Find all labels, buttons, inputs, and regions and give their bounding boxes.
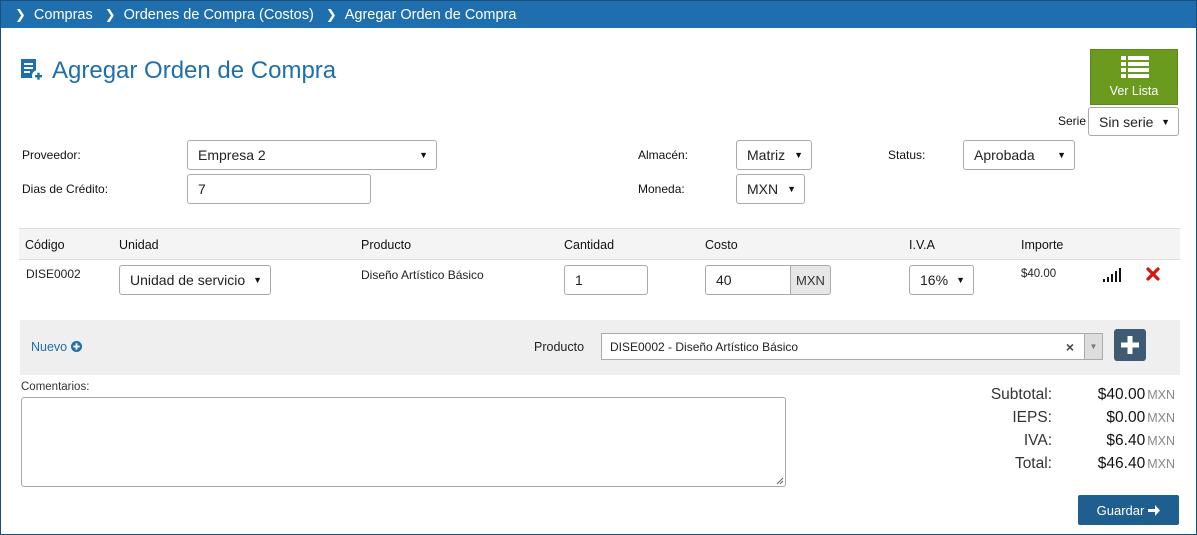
almacen-select[interactable]: Matriz ▼ [736, 140, 812, 170]
header-codigo: Código [25, 238, 65, 252]
dias-credito-label: Dias de Crédito: [22, 182, 109, 196]
iva-select[interactable]: 16% ▼ [909, 265, 974, 295]
header-costo: Costo [705, 238, 738, 252]
moneda-label: Moneda: [638, 182, 685, 196]
subtotal-label: Subtotal: [990, 386, 1052, 403]
status-select[interactable]: Aprobada ▼ [963, 140, 1075, 170]
header-unidad: Unidad [119, 238, 159, 252]
plus-icon [1121, 336, 1139, 354]
costo-input[interactable]: 40 [705, 265, 791, 295]
caret-down-icon: ▼ [794, 150, 803, 160]
ver-lista-button[interactable]: Ver Lista [1090, 49, 1178, 105]
list-icon [1121, 56, 1149, 78]
comentarios-textarea[interactable] [21, 397, 786, 487]
serie-select[interactable]: Sin serie ▼ [1088, 107, 1179, 136]
moneda-select[interactable]: MXN ▼ [736, 174, 805, 204]
add-product-button[interactable] [1114, 329, 1146, 361]
page-header: Agregar Orden de Compra [20, 57, 336, 85]
almacen-value: Matriz [747, 147, 786, 163]
dias-credito-input[interactable]: 7 [187, 174, 371, 204]
caret-down-icon: ▼ [1057, 150, 1066, 160]
add-document-icon [20, 58, 44, 85]
caret-down-icon: ▼ [1161, 116, 1170, 127]
page-title: Agregar Orden de Compra [52, 57, 337, 84]
items-table-header: Código Unidad Producto Cantidad Costo I.… [19, 228, 1180, 260]
header-cantidad: Cantidad [564, 238, 615, 252]
breadcrumb: ❯ Compras ❯ Ordenes de Compra (Costos) ❯… [1, 1, 1196, 28]
plus-circle-icon [70, 341, 82, 352]
row-codigo: DISE0002 [26, 267, 81, 281]
status-label: Status: [888, 148, 926, 162]
unidad-select[interactable]: Unidad de servicio ▼ [119, 265, 271, 295]
serie-value: Sin serie [1099, 113, 1154, 130]
comentarios-label: Comentarios: [21, 381, 90, 393]
nuevo-label: Nuevo [31, 340, 68, 354]
costo-value: 40 [716, 272, 732, 288]
caret-down-icon: ▼ [787, 184, 796, 194]
chevron-right-icon: ❯ [15, 6, 26, 22]
total-value: $46.40 MXN [1097, 455, 1175, 472]
header-iva: I.V.A [909, 238, 935, 252]
subtotal-value: $40.00 MXN [1097, 386, 1175, 403]
proveedor-value: Empresa 2 [198, 147, 266, 163]
row-producto: Diseño Artístico Básico [361, 268, 484, 282]
caret-down-icon: ▼ [956, 275, 965, 285]
cantidad-value: 1 [575, 272, 583, 288]
proveedor-select[interactable]: Empresa 2 ▼ [187, 140, 437, 170]
almacen-label: Almacén: [638, 148, 689, 162]
caret-down-icon: ▼ [253, 275, 262, 285]
producto-label: Producto [534, 340, 585, 354]
arrow-right-icon [1148, 504, 1161, 516]
breadcrumb-compras[interactable]: Compras [34, 7, 93, 23]
resize-handle-icon [776, 477, 784, 485]
producto-select-value: DISE0002 - Diseño Artístico Básico [610, 340, 799, 354]
iva-total-value: $6.40 MXN [1106, 432, 1175, 449]
ver-lista-label: Ver Lista [1109, 84, 1159, 98]
proveedor-label: Proveedor: [22, 148, 81, 162]
product-bar: Nuevo Producto DISE0002 - Diseño Artísti… [20, 320, 1180, 375]
dropdown-arrow-icon[interactable]: ▼ [1084, 334, 1102, 359]
iva-value: 16% [920, 272, 949, 288]
chevron-right-icon: ❯ [325, 6, 337, 22]
total-label: Total: [1014, 455, 1052, 472]
ieps-label: IEPS: [1012, 409, 1052, 426]
status-value: Aprobada [974, 147, 1035, 163]
delete-icon[interactable] [1146, 267, 1160, 284]
costo-currency-addon: MXN [790, 265, 831, 295]
chevron-right-icon: ❯ [104, 6, 116, 22]
serie-label: Serie [1058, 114, 1087, 128]
guardar-label: Guardar [1096, 502, 1145, 518]
nuevo-link[interactable]: Nuevo [31, 340, 82, 354]
moneda-value: MXN [747, 181, 779, 197]
dias-credito-value: 7 [198, 181, 206, 197]
header-producto: Producto [361, 238, 412, 252]
header-importe: Importe [1021, 238, 1064, 252]
guardar-button[interactable]: Guardar [1078, 495, 1179, 525]
ieps-value: $0.00 MXN [1106, 409, 1175, 426]
breadcrumb-agregar: Agregar Orden de Compra [344, 6, 517, 23]
clear-icon[interactable]: × [1066, 339, 1074, 355]
caret-down-icon: ▼ [419, 150, 428, 160]
breadcrumb-ordenes[interactable]: Ordenes de Compra (Costos) [124, 7, 314, 23]
cantidad-input[interactable]: 1 [564, 265, 648, 295]
unidad-value: Unidad de servicio [130, 272, 246, 288]
signal-bars-icon[interactable] [1103, 268, 1123, 285]
iva-total-label: IVA: [1023, 432, 1052, 449]
row-importe: $40.00 [1021, 268, 1057, 280]
producto-select[interactable]: DISE0002 - Diseño Artístico Básico × ▼ [601, 333, 1103, 360]
